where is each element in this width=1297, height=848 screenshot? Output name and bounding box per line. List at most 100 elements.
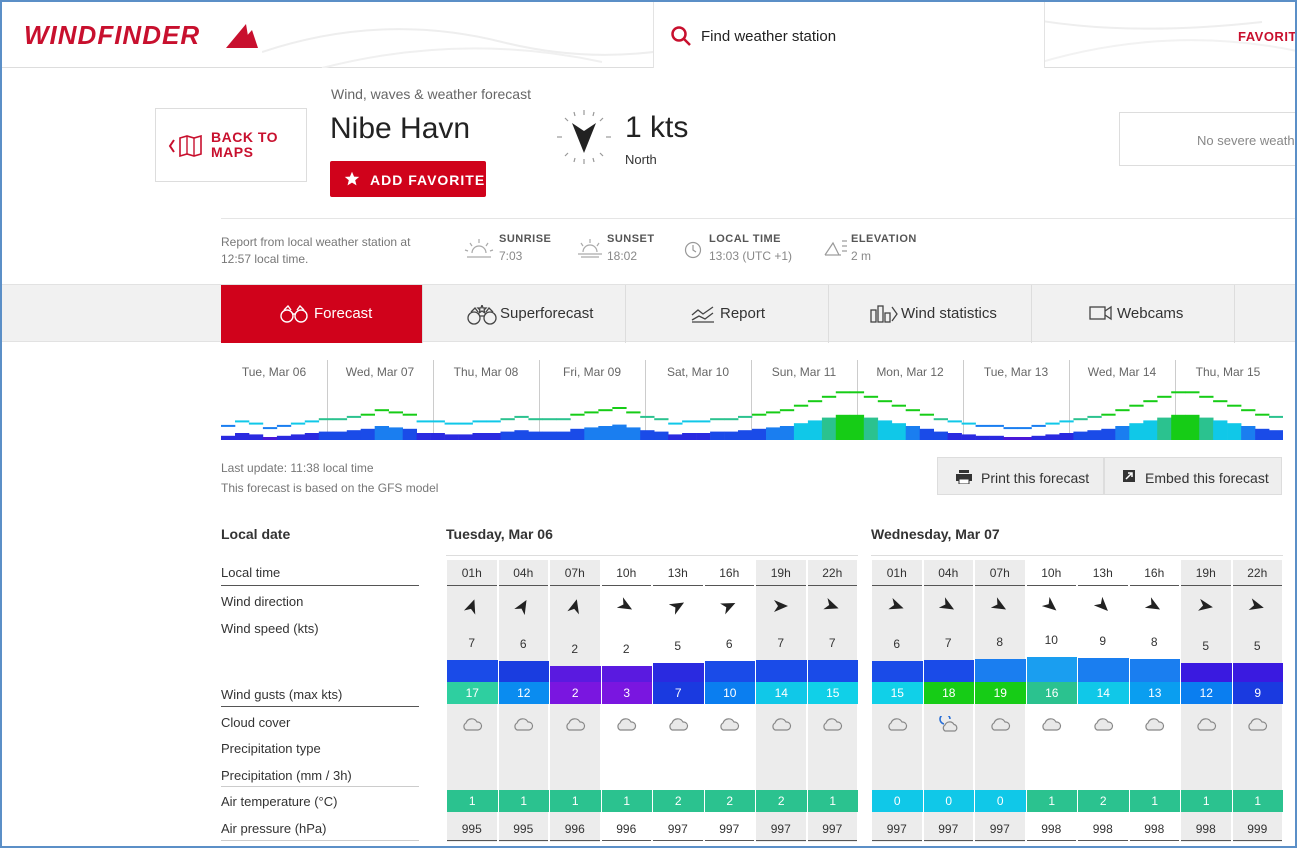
overview-gust-line [486, 420, 501, 423]
wind-arrow-shape [1145, 597, 1161, 610]
overview-wind-bar [821, 417, 837, 440]
hour-underline [1129, 585, 1179, 586]
hour-underline [1078, 585, 1128, 586]
overview-gust-line [542, 418, 557, 421]
hour-underline [498, 585, 548, 586]
overview-wind-bar [682, 433, 697, 440]
overview-wind-bar [947, 433, 962, 440]
wind-gust-value: 10 [704, 682, 755, 704]
overview-gust-line [318, 418, 334, 421]
overview-wind-bar [598, 426, 613, 440]
hour-label: 22h [1247, 566, 1268, 580]
wind-speed-value: 10 [1044, 633, 1058, 647]
overview-wind-bar [556, 431, 571, 440]
hour-label: 22h [822, 566, 843, 580]
overview-gust-line [276, 424, 292, 427]
wind-speed-bar [1232, 662, 1283, 682]
cloud-icon [1145, 718, 1165, 731]
overview-wind-bar [989, 435, 1004, 440]
overview-wind-bar [221, 435, 236, 440]
severe-weather-text: No severe weath [1197, 133, 1295, 148]
wind-arrow-shape [823, 597, 839, 610]
overview-wind-bar [248, 434, 264, 440]
tab-report[interactable]: Report [627, 285, 829, 343]
pressure-underline [923, 840, 973, 841]
tab-forecast[interactable]: Forecast [221, 285, 423, 343]
page-subtitle: Wind, waves & weather forecast [331, 86, 531, 102]
tab-wind-statistics[interactable]: Wind statistics [830, 285, 1032, 343]
air-temperature-value: 1 [1129, 790, 1180, 812]
partly-cloudy-icon [939, 716, 958, 732]
tab-webcams[interactable]: Webcams [1033, 285, 1235, 343]
overview-wind-bar [1003, 437, 1018, 440]
overview-wind-bar [1143, 420, 1158, 440]
hour-underline [447, 585, 497, 586]
wind-direction-arrow-icon [823, 597, 839, 610]
search-input[interactable]: Find weather station [701, 28, 836, 45]
back-to-maps-button[interactable]: BACK TO MAPS [155, 108, 307, 182]
overview-wind-bar [444, 434, 459, 440]
hour-label: 04h [938, 566, 959, 580]
wind-direction-arrow-icon [939, 597, 955, 610]
air-pressure-value: 999 [1247, 822, 1268, 836]
tab-superforecast[interactable]: Superforecast [424, 285, 626, 343]
wind-gust-value: 14 [756, 682, 807, 704]
day-title: Wednesday, Mar 07 [871, 526, 1000, 542]
overview-wind-bar [514, 430, 529, 440]
binoculars-icon [280, 305, 308, 323]
divider [221, 786, 419, 787]
embed-forecast-button[interactable]: Embed this forecast [1104, 457, 1282, 495]
overview-gust-line [1031, 424, 1046, 427]
wind-arrow-shape [773, 600, 788, 612]
tab-report-label: Report [720, 305, 766, 322]
overview-gust-line [668, 422, 683, 425]
search-box[interactable]: Find weather station [653, 2, 1045, 68]
back-to-maps-label: BACK TO MAPS [211, 130, 301, 160]
wind-gust-value: 9 [1232, 682, 1283, 704]
print-forecast-button[interactable]: Print this forecast [937, 457, 1104, 495]
overview-gust-line [891, 404, 906, 407]
pressure-underline [498, 840, 548, 841]
overview-gust-line [1017, 427, 1032, 430]
wind-gust-value: 14 [1078, 682, 1129, 704]
station-name: Nibe Havn [330, 112, 471, 145]
overview-gust-line [514, 415, 529, 418]
overview-wind-bar [332, 431, 348, 440]
overview-gust-line [1143, 400, 1158, 403]
overview-gust-line [444, 422, 459, 425]
label-precipitation: Precipitation (mm / 3h) [221, 768, 352, 783]
overview-wind-bar [1031, 435, 1046, 440]
cloud-icon [463, 718, 482, 731]
hour-label: 01h [461, 566, 482, 580]
overview-gust-line [1059, 420, 1074, 423]
overview-wind-bar [486, 433, 501, 440]
air-pressure-value: 997 [989, 822, 1010, 836]
divider [221, 840, 419, 841]
divider [221, 706, 419, 707]
pressure-underline [807, 840, 857, 841]
air-pressure-value: 996 [616, 822, 637, 836]
wind-speed-value: 6 [519, 637, 527, 652]
overview-gust-line [807, 400, 823, 403]
windfinder-logo[interactable]: WINDFINDER [24, 20, 200, 51]
wind-gust-value: 19 [975, 682, 1026, 704]
overview-gust-line [1087, 415, 1102, 418]
overview-gust-line [612, 407, 627, 409]
favorites-link[interactable]: FAVORITES [1238, 29, 1295, 44]
cloud-icon [720, 718, 740, 731]
ten-day-overview[interactable]: Tue, Mar 06 Wed, Mar 07 Thu, Mar 08 Fri, Ma… [221, 352, 1283, 442]
overview-gust-line [556, 418, 571, 421]
air-temperature-value: 2 [756, 790, 807, 812]
overview-wind-bar [472, 433, 487, 440]
overview-wind-bar [975, 435, 990, 440]
overview-gust-line [290, 422, 306, 425]
overview-wind-bar [793, 423, 809, 440]
pressure-underline [1026, 840, 1076, 841]
overview-wind-bar [905, 426, 920, 440]
wind-arrow-shape [668, 602, 684, 615]
top-bar: WINDFINDER Find weather station FAVORITE… [2, 2, 1295, 68]
add-favorite-button[interactable]: ADD FAVORITE [330, 161, 486, 197]
elevation-label: ELEVATION [851, 233, 917, 245]
hour-underline [975, 585, 1025, 586]
overview-gust-line [1213, 400, 1228, 403]
